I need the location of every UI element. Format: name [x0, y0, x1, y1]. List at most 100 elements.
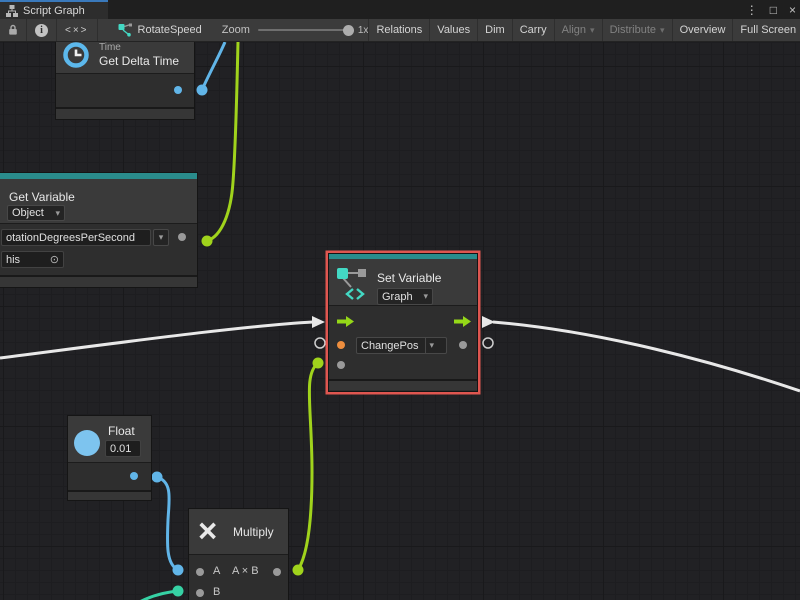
result-output-port[interactable]: [273, 568, 281, 576]
input-b-port[interactable]: [196, 589, 204, 597]
node-body: A A × B B: [189, 554, 288, 600]
overview-button[interactable]: Overview: [672, 19, 733, 41]
menu-icon[interactable]: ⋮: [746, 4, 758, 16]
value-output-port[interactable]: [459, 341, 467, 349]
flow-output-triangle[interactable]: [482, 316, 495, 328]
zoom-value: 1x: [358, 25, 369, 36]
tab-title: Script Graph: [23, 5, 85, 17]
set-variable-icon: [336, 265, 368, 301]
chevron-down-icon: ▾: [660, 25, 665, 36]
port-a-label: A: [213, 565, 220, 577]
lock-button[interactable]: [0, 19, 27, 41]
value-input-port[interactable]: [337, 361, 345, 369]
value-output-port[interactable]: [130, 472, 138, 480]
node-title: Get Variable: [9, 190, 75, 204]
info-button[interactable]: i: [27, 19, 57, 41]
multiply-icon: ×: [198, 510, 217, 552]
connection-dot: [173, 565, 184, 576]
wire-multiply-b: [122, 591, 178, 600]
wire-multiply-result: [298, 363, 318, 570]
node-multiply[interactable]: × Multiply A A × B B: [188, 508, 289, 600]
node-title: Multiply: [233, 525, 274, 539]
node-header: Set Variable Graph▾: [329, 259, 477, 305]
connection-dot: [293, 565, 304, 576]
node-body: [56, 73, 194, 107]
info-icon: i: [35, 24, 48, 37]
full-screen-button[interactable]: Full Screen: [732, 19, 800, 41]
empty-port-circle[interactable]: [315, 338, 325, 348]
flow-input-port[interactable]: [337, 314, 354, 325]
float-circle-icon: [74, 430, 100, 456]
connection-dot: [173, 586, 184, 597]
connections-toggle-button[interactable]: <×>: [57, 19, 98, 41]
port-b-label: B: [213, 586, 220, 598]
node-float[interactable]: Float 0.01: [67, 415, 152, 501]
node-surtitle: Time: [99, 42, 121, 53]
variable-name-dropdown-button[interactable]: ▾: [153, 229, 169, 246]
node-body: otationDegreesPerSecond ▾ his ⊙: [0, 223, 197, 275]
node-body: ChangePos ▾: [329, 305, 477, 379]
float-value-field[interactable]: 0.01: [105, 440, 141, 457]
empty-port-circle[interactable]: [483, 338, 493, 348]
variable-name-dropdown[interactable]: ChangePos ▾: [356, 337, 447, 354]
align-button[interactable]: Align▾: [554, 19, 602, 41]
port-result-label: A × B: [232, 565, 259, 577]
object-picker-icon[interactable]: ⊙: [50, 253, 59, 266]
angle-brackets-icon: <×>: [65, 25, 89, 36]
node-get-variable[interactable]: Get Variable Object▾ otationDegreesPerSe…: [0, 172, 198, 288]
variable-kind-dropdown[interactable]: Graph▾: [377, 288, 433, 305]
wire-delta-time: [202, 42, 225, 90]
connection-dot: [152, 472, 163, 483]
flow-input-triangle[interactable]: [312, 316, 325, 328]
variable-name-field[interactable]: otationDegreesPerSecond: [1, 229, 151, 246]
zoom-slider-track[interactable]: [258, 29, 350, 31]
zoom-slider-handle[interactable]: [343, 25, 354, 36]
graph-asset-name: RotateSpeed: [138, 24, 202, 36]
carry-button[interactable]: Carry: [512, 19, 554, 41]
tab-bar: Script Graph ⋮ □ ×: [0, 0, 800, 19]
graph-toolbar: i <×> RotateSpeed Zoom 1x Relations Valu…: [0, 19, 800, 42]
chevron-down-icon: ▾: [423, 291, 428, 302]
flow-wire-in: [0, 322, 313, 358]
node-header: Float 0.01: [68, 416, 151, 462]
node-footer: [329, 379, 477, 390]
node-get-delta-time[interactable]: Time Get Delta Time: [55, 42, 195, 120]
node-footer: [0, 275, 197, 287]
flow-wire-out: [493, 322, 800, 391]
value-output-port[interactable]: [174, 86, 182, 94]
node-set-variable[interactable]: Set Variable Graph▾ ChangePos ▾: [328, 253, 478, 392]
dropdown-arrow-section[interactable]: ▾: [425, 338, 435, 353]
tab-script-graph[interactable]: Script Graph: [0, 0, 108, 19]
relations-button[interactable]: Relations: [368, 19, 429, 41]
flow-output-port[interactable]: [454, 314, 471, 325]
clock-icon: [62, 42, 90, 69]
node-title: Get Delta Time: [99, 54, 179, 68]
window-controls: ⋮ □ ×: [746, 0, 796, 19]
graph-asset-icon: [118, 23, 132, 37]
distribute-button[interactable]: Distribute▾: [602, 19, 672, 41]
node-body: [68, 462, 151, 490]
close-icon[interactable]: ×: [789, 4, 796, 16]
variable-kind-dropdown[interactable]: Object▾: [7, 205, 65, 221]
node-header: Get Variable Object▾: [0, 179, 197, 223]
lock-icon: [8, 24, 18, 36]
target-object-field[interactable]: his ⊙: [1, 251, 64, 268]
values-button[interactable]: Values: [429, 19, 477, 41]
variable-name-input-port[interactable]: [337, 341, 345, 349]
input-a-port[interactable]: [196, 568, 204, 576]
connection-dot: [202, 236, 213, 247]
zoom-label: Zoom: [222, 24, 250, 36]
node-title: Set Variable: [377, 271, 441, 285]
node-footer: [56, 107, 194, 119]
graph-canvas[interactable]: Time Get Delta Time Get Variable Object▾…: [0, 42, 800, 600]
unity-script-graph-window: Script Graph ⋮ □ × i <×> RotateSpeed Zoo…: [0, 0, 800, 600]
chevron-down-icon: ▾: [55, 208, 60, 219]
chevron-down-icon: ▾: [590, 25, 595, 36]
value-output-port[interactable]: [178, 233, 186, 241]
maximize-icon[interactable]: □: [770, 4, 777, 16]
connection-dot: [197, 85, 208, 96]
dim-button[interactable]: Dim: [477, 19, 512, 41]
graph-asset-reference[interactable]: RotateSpeed: [112, 19, 208, 41]
node-title: Float: [108, 424, 135, 438]
zoom-control: Zoom 1x: [222, 19, 369, 41]
